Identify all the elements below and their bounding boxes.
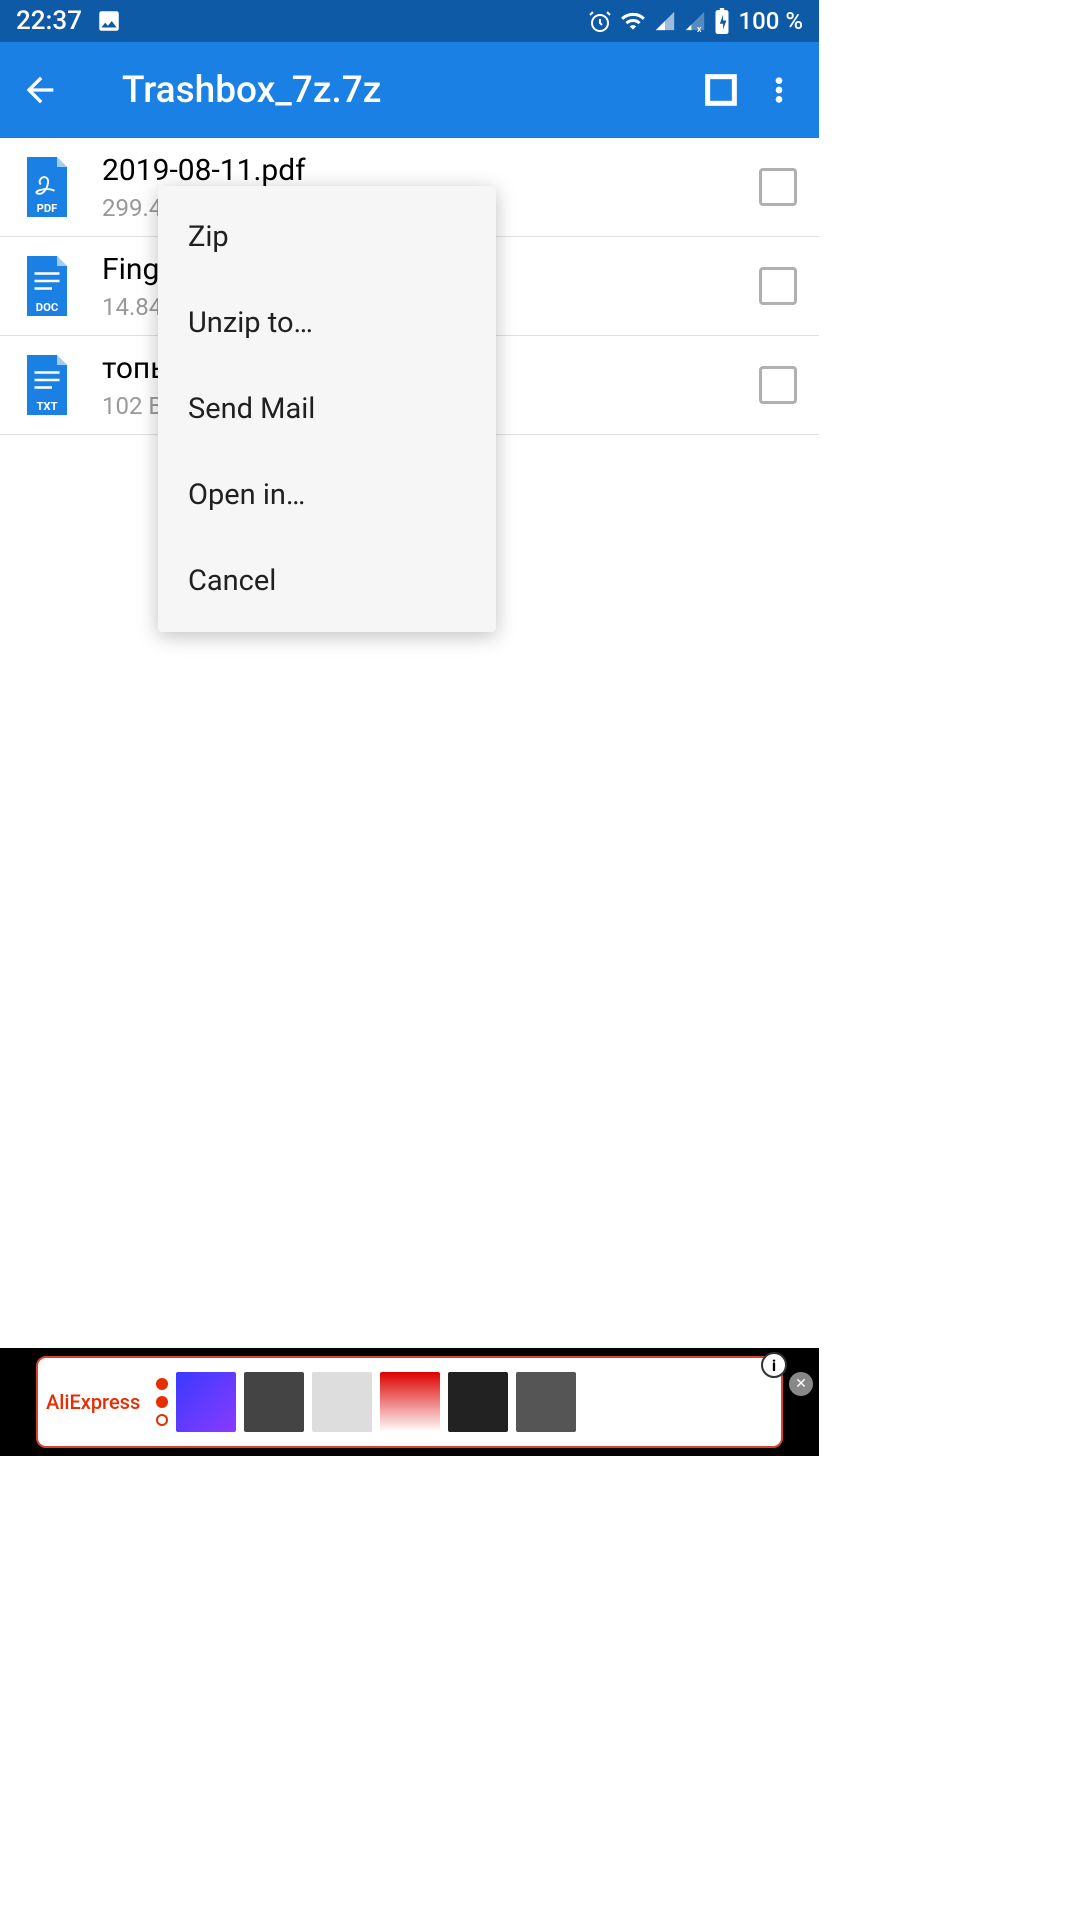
signal-icon: [654, 10, 676, 32]
page-title: Trashbox_7z.7z: [122, 69, 687, 112]
menu-item-unzip[interactable]: Unzip to…: [158, 280, 496, 366]
context-menu: Zip Unzip to… Send Mail Open in… Cancel: [158, 186, 496, 632]
app-bar: Trashbox_7z.7z: [0, 42, 819, 138]
menu-item-zip[interactable]: Zip: [158, 194, 496, 280]
menu-item-send-mail[interactable]: Send Mail: [158, 366, 496, 452]
dot-icon: [156, 1396, 168, 1408]
back-button[interactable]: [16, 66, 64, 114]
ad-brand-text: AliExpress: [46, 1390, 140, 1414]
picture-icon: [96, 8, 122, 34]
menu-item-open-in[interactable]: Open in…: [158, 452, 496, 538]
file-name: 2019-08-11.pdf: [102, 153, 759, 188]
ad-product-thumb: [312, 1372, 372, 1432]
ad-carousel-dots: [156, 1378, 168, 1426]
ad-product-thumb: [448, 1372, 508, 1432]
signal-icon-2: x: [684, 10, 706, 32]
svg-text:DOC: DOC: [36, 301, 58, 314]
battery-percent: 100 %: [738, 7, 803, 35]
doc-file-icon: DOC: [22, 256, 72, 316]
ad-product-thumb: [244, 1372, 304, 1432]
status-left: 22:37: [16, 6, 122, 36]
file-checkbox[interactable]: [759, 366, 797, 404]
select-all-button[interactable]: [697, 66, 745, 114]
status-right: x 100 %: [588, 7, 803, 35]
more-button[interactable]: [755, 66, 803, 114]
info-icon[interactable]: i: [761, 1352, 787, 1378]
battery-charging-icon: [714, 8, 730, 34]
ad-content[interactable]: AliExpress i: [36, 1356, 783, 1448]
svg-text:TXT: TXT: [36, 400, 57, 413]
ad-close-button[interactable]: ✕: [789, 1372, 813, 1396]
ad-product-thumb: [380, 1372, 440, 1432]
square-icon: [701, 70, 741, 110]
status-bar: 22:37 x 100 %: [0, 0, 819, 42]
svg-text:PDF: PDF: [37, 202, 58, 215]
dot-icon: [156, 1378, 168, 1390]
ad-brand: AliExpress: [46, 1390, 140, 1414]
ad-product-thumb: [176, 1372, 236, 1432]
menu-item-cancel[interactable]: Cancel: [158, 538, 496, 624]
more-vert-icon: [763, 74, 795, 106]
arrow-back-icon: [20, 70, 60, 110]
ad-product-thumb: [516, 1372, 576, 1432]
alarm-icon: [588, 9, 612, 33]
file-checkbox[interactable]: [759, 168, 797, 206]
svg-text:x: x: [697, 25, 702, 32]
dot-icon: [156, 1414, 168, 1426]
ad-banner: AliExpress i ✕: [0, 1348, 819, 1456]
status-time: 22:37: [16, 6, 82, 36]
txt-file-icon: TXT: [22, 355, 72, 415]
pdf-file-icon: PDF: [22, 157, 72, 217]
wifi-icon: [620, 8, 646, 34]
file-checkbox[interactable]: [759, 267, 797, 305]
